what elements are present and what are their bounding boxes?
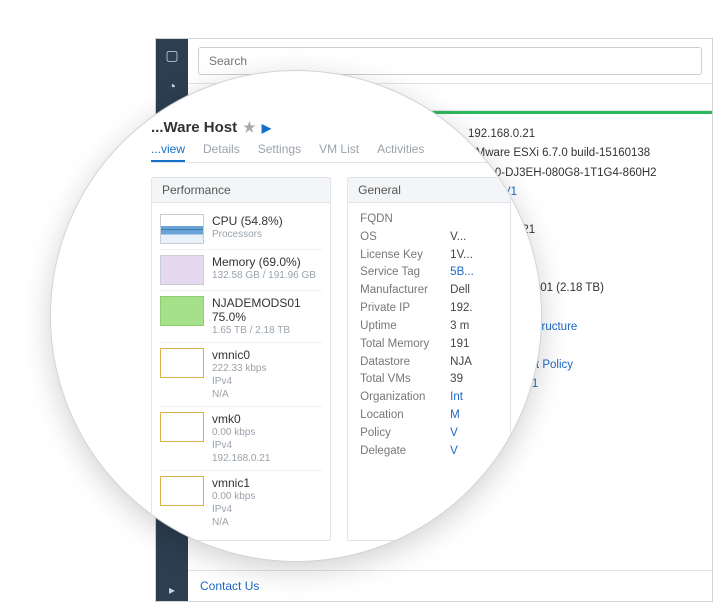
perf-sub: 0.00 kbps <box>212 491 255 503</box>
general-label: Policy <box>360 425 450 443</box>
general-label: OS <box>360 229 450 247</box>
tab-settings[interactable]: Settings <box>258 142 301 162</box>
perf-sub: Processors <box>212 229 283 241</box>
perf-title: vmnic1 <box>212 476 255 490</box>
perf-sub: 0.00 kbps <box>212 427 270 439</box>
favorite-star-icon[interactable]: ★ <box>243 119 256 136</box>
performance-panel: Performance CPU (54.8%)ProcessorsMemory … <box>151 177 331 541</box>
magnifier-lens: ...Ware Host ★ ▶ ...view Details Settings V… <box>50 70 542 562</box>
general-header: General <box>348 178 510 203</box>
perf-sub: IPv4 <box>212 440 270 452</box>
perf-row[interactable]: CPU (54.8%)Processors <box>160 209 322 250</box>
general-row: License Key1V... <box>360 247 498 265</box>
general-label: Total Memory <box>360 336 450 354</box>
general-value[interactable]: V <box>450 443 458 461</box>
footer-bar: Contact Us <box>188 570 712 601</box>
perf-row[interactable]: vmnic10.00 kbpsIPv4N/A <box>160 471 322 534</box>
net-thumbnail-icon <box>160 348 204 378</box>
general-label: Datastore <box>360 354 450 372</box>
perf-row[interactable]: NJADEMODS01 75.0%1.65 TB / 2.18 TB <box>160 291 322 343</box>
general-label: Private IP <box>360 300 450 318</box>
general-row: Total Memory191 <box>360 336 498 354</box>
cpu-thumbnail-icon <box>160 214 204 244</box>
general-row: DelegateV <box>360 443 498 461</box>
tab-activities[interactable]: Activities <box>377 142 424 162</box>
tab-vm-list[interactable]: VM List <box>319 142 359 162</box>
perf-title: vmnic0 <box>212 348 267 362</box>
perf-row[interactable]: Memory (69.0%)132.58 GB / 191.96 GB <box>160 250 322 291</box>
general-value: 39 <box>450 371 463 389</box>
general-value[interactable]: V <box>450 425 458 443</box>
general-label: Delegate <box>360 443 450 461</box>
perf-sub: IPv4 <box>212 376 267 388</box>
perf-sub: 192.168.0.21 <box>212 453 270 465</box>
performance-header: Performance <box>152 178 330 203</box>
general-value: 3 m <box>450 318 469 336</box>
net-thumbnail-icon <box>160 412 204 442</box>
general-row: PolicyV <box>360 425 498 443</box>
general-label: Service Tag <box>360 264 450 282</box>
general-row: OrganizationInt <box>360 389 498 407</box>
general-label: Location <box>360 407 450 425</box>
page-title-text: ...Ware Host <box>151 119 237 136</box>
perf-sub: N/A <box>212 517 255 529</box>
general-value: 1V... <box>450 247 473 265</box>
ds-thumbnail-icon <box>160 296 204 326</box>
general-row: FQDN <box>360 211 498 229</box>
general-row: ManufacturerDell <box>360 282 498 300</box>
general-value[interactable]: Int <box>450 389 463 407</box>
net-thumbnail-icon <box>160 476 204 506</box>
perf-sub: IPv4 <box>212 504 255 516</box>
general-row: Uptime3 m <box>360 318 498 336</box>
general-value: Dell <box>450 282 470 300</box>
general-row: LocationM <box>360 407 498 425</box>
general-label: Organization <box>360 389 450 407</box>
mem-thumbnail-icon <box>160 255 204 285</box>
general-value: 192. <box>450 300 472 318</box>
perf-sub: N/A <box>212 389 267 401</box>
perf-sub: 132.58 GB / 191.96 GB <box>212 270 316 282</box>
perf-row[interactable]: vmnic0222.33 kbpsIPv4N/A <box>160 343 322 407</box>
general-row: Service Tag5B... <box>360 264 498 282</box>
general-row: Private IP192. <box>360 300 498 318</box>
general-value: 191 <box>450 336 469 354</box>
general-label: FQDN <box>360 211 450 229</box>
perf-title: NJADEMODS01 75.0% <box>212 296 322 324</box>
perf-row[interactable]: vmk00.00 kbpsIPv4192.168.0.21 <box>160 407 322 471</box>
tab-details[interactable]: Details <box>203 142 240 162</box>
contact-us-link[interactable]: Contact Us <box>200 579 259 593</box>
general-label: Total VMs <box>360 371 450 389</box>
general-row: DatastoreNJA <box>360 354 498 372</box>
perf-sub: 222.33 kbps <box>212 363 267 375</box>
general-panel: General FQDNOSV...License Key1V...Servic… <box>347 177 511 541</box>
general-label: Manufacturer <box>360 282 450 300</box>
general-label: Uptime <box>360 318 450 336</box>
tab--view[interactable]: ...view <box>151 142 185 162</box>
expand-rail-icon[interactable]: ▸ <box>169 583 175 597</box>
home-icon[interactable]: ▢ <box>165 47 178 64</box>
general-row: OSV... <box>360 229 498 247</box>
perf-sub: 1.65 TB / 2.18 TB <box>212 325 322 337</box>
page-title: ...Ware Host ★ ▶ <box>151 119 511 136</box>
general-value: NJA <box>450 354 472 372</box>
tab-bar: ...view Details Settings VM List Activities <box>151 142 511 163</box>
perf-title: CPU (54.8%) <box>212 214 283 228</box>
general-label: License Key <box>360 247 450 265</box>
general-row: Total VMs39 <box>360 371 498 389</box>
play-icon[interactable]: ▶ <box>262 121 271 135</box>
perf-title: Memory (69.0%) <box>212 255 316 269</box>
general-value[interactable]: 5B... <box>450 264 474 282</box>
general-value: V... <box>450 229 466 247</box>
perf-title: vmk0 <box>212 412 270 426</box>
general-value[interactable]: M <box>450 407 460 425</box>
